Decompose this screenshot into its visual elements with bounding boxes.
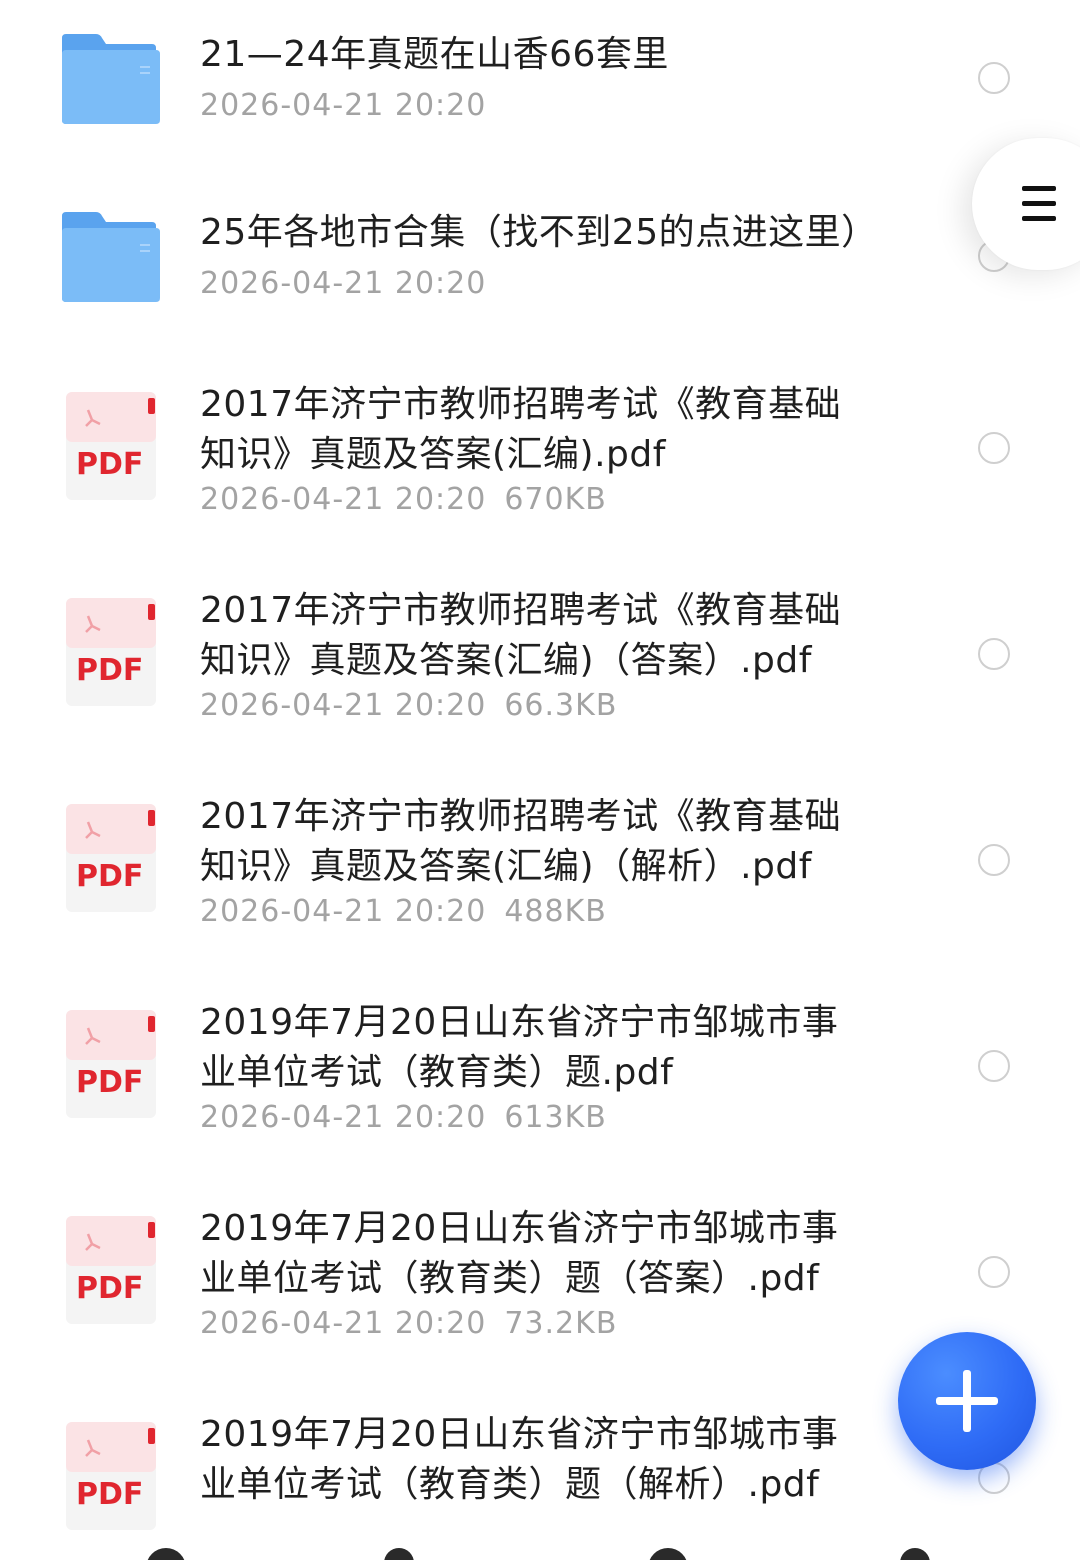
pdf-file-icon: PDF bbox=[66, 392, 156, 500]
file-list: 21—24年真题在山香66套里 2026-04-21 20:20 25年各地市合… bbox=[0, 0, 1080, 1560]
file-meta: 2026-04-21 20:20 488KB bbox=[200, 892, 607, 932]
file-size: 73.2KB bbox=[504, 1306, 618, 1341]
folder-row[interactable]: 25年各地市合集（找不到25的点进这里） 2026-04-21 20:20 bbox=[0, 178, 1080, 348]
pdf-file-icon: PDF bbox=[66, 1422, 156, 1530]
select-radio[interactable] bbox=[978, 432, 1010, 464]
pdf-file-icon: PDF bbox=[66, 1010, 156, 1118]
select-radio[interactable] bbox=[978, 1256, 1010, 1288]
pdf-badge: PDF bbox=[76, 1477, 143, 1512]
folder-icon bbox=[62, 34, 160, 124]
pdf-file-icon: PDF bbox=[66, 598, 156, 706]
file-size: 670KB bbox=[504, 482, 607, 517]
file-title: 2017年济宁市教师招聘考试《教育基础知识》真题及答案(汇编)（解析）.pdf bbox=[200, 796, 842, 887]
pdf-badge: PDF bbox=[76, 447, 143, 482]
file-meta: 2026-04-21 20:20 bbox=[200, 86, 486, 126]
file-meta: 2026-04-21 20:20 73.2KB bbox=[200, 1304, 617, 1344]
file-size: 613KB bbox=[504, 1100, 607, 1135]
pdf-file-row[interactable]: PDF 2017年济宁市教师招聘考试《教育基础知识》真题及答案(汇编).pdf … bbox=[0, 360, 1080, 560]
select-radio[interactable] bbox=[978, 62, 1010, 94]
file-title: 2017年济宁市教师招聘考试《教育基础知识》真题及答案(汇编).pdf bbox=[200, 384, 842, 475]
select-radio[interactable] bbox=[978, 844, 1010, 876]
file-date: 2026-04-21 20:20 bbox=[200, 894, 487, 929]
pdf-badge: PDF bbox=[76, 1065, 143, 1100]
file-size: 66.3KB bbox=[504, 688, 618, 723]
file-title: 21—24年真题在山香66套里 bbox=[200, 34, 669, 75]
file-meta: 2026-04-21 20:20 bbox=[200, 264, 486, 304]
pdf-badge: PDF bbox=[76, 1271, 143, 1306]
file-title: 2017年济宁市教师招聘考试《教育基础知识》真题及答案(汇编)（答案）.pdf bbox=[200, 590, 842, 681]
select-radio[interactable] bbox=[978, 638, 1010, 670]
file-title: 2019年7月20日山东省济宁市邹城市事业单位考试（教育类）题.pdf bbox=[200, 1002, 839, 1093]
select-radio[interactable] bbox=[978, 1050, 1010, 1082]
folder-icon bbox=[62, 212, 160, 302]
file-meta: 2026-04-21 20:20 613KB bbox=[200, 1098, 607, 1138]
file-size: 488KB bbox=[504, 894, 607, 929]
file-date: 2026-04-21 20:20 bbox=[200, 1100, 487, 1135]
plus-icon bbox=[936, 1370, 998, 1432]
pdf-file-row[interactable]: PDF 2019年7月20日山东省济宁市邹城市事业单位考试（教育类）题.pdf … bbox=[0, 978, 1080, 1178]
pdf-file-row[interactable]: PDF 2017年济宁市教师招聘考试《教育基础知识》真题及答案(汇编)（答案）.… bbox=[0, 566, 1080, 766]
file-date: 2026-04-21 20:20 bbox=[200, 266, 487, 301]
pdf-file-icon: PDF bbox=[66, 1216, 156, 1324]
file-date: 2026-04-21 20:20 bbox=[200, 1306, 487, 1341]
hamburger-menu-icon bbox=[1022, 186, 1056, 222]
pdf-badge: PDF bbox=[76, 653, 143, 688]
file-meta: 2026-04-21 20:20 670KB bbox=[200, 480, 607, 520]
file-date: 2026-04-21 20:20 bbox=[200, 688, 487, 723]
file-title: 2019年7月20日山东省济宁市邹城市事业单位考试（教育类）题（答案）.pdf bbox=[200, 1208, 839, 1299]
file-title: 2019年7月20日山东省济宁市邹城市事业单位考试（教育类）题（解析）.pdf bbox=[200, 1414, 839, 1505]
file-title: 25年各地市合集（找不到25的点进这里） bbox=[200, 212, 878, 253]
folder-row[interactable]: 21—24年真题在山香66套里 2026-04-21 20:20 bbox=[0, 0, 1080, 170]
pdf-file-icon: PDF bbox=[66, 804, 156, 912]
pdf-badge: PDF bbox=[76, 859, 143, 894]
add-button[interactable] bbox=[898, 1332, 1036, 1470]
pdf-file-row[interactable]: PDF 2017年济宁市教师招聘考试《教育基础知识》真题及答案(汇编)（解析）.… bbox=[0, 772, 1080, 972]
file-date: 2026-04-21 20:20 bbox=[200, 482, 487, 517]
file-meta: 2026-04-21 20:20 66.3KB bbox=[200, 686, 617, 726]
file-date: 2026-04-21 20:20 bbox=[200, 88, 487, 123]
